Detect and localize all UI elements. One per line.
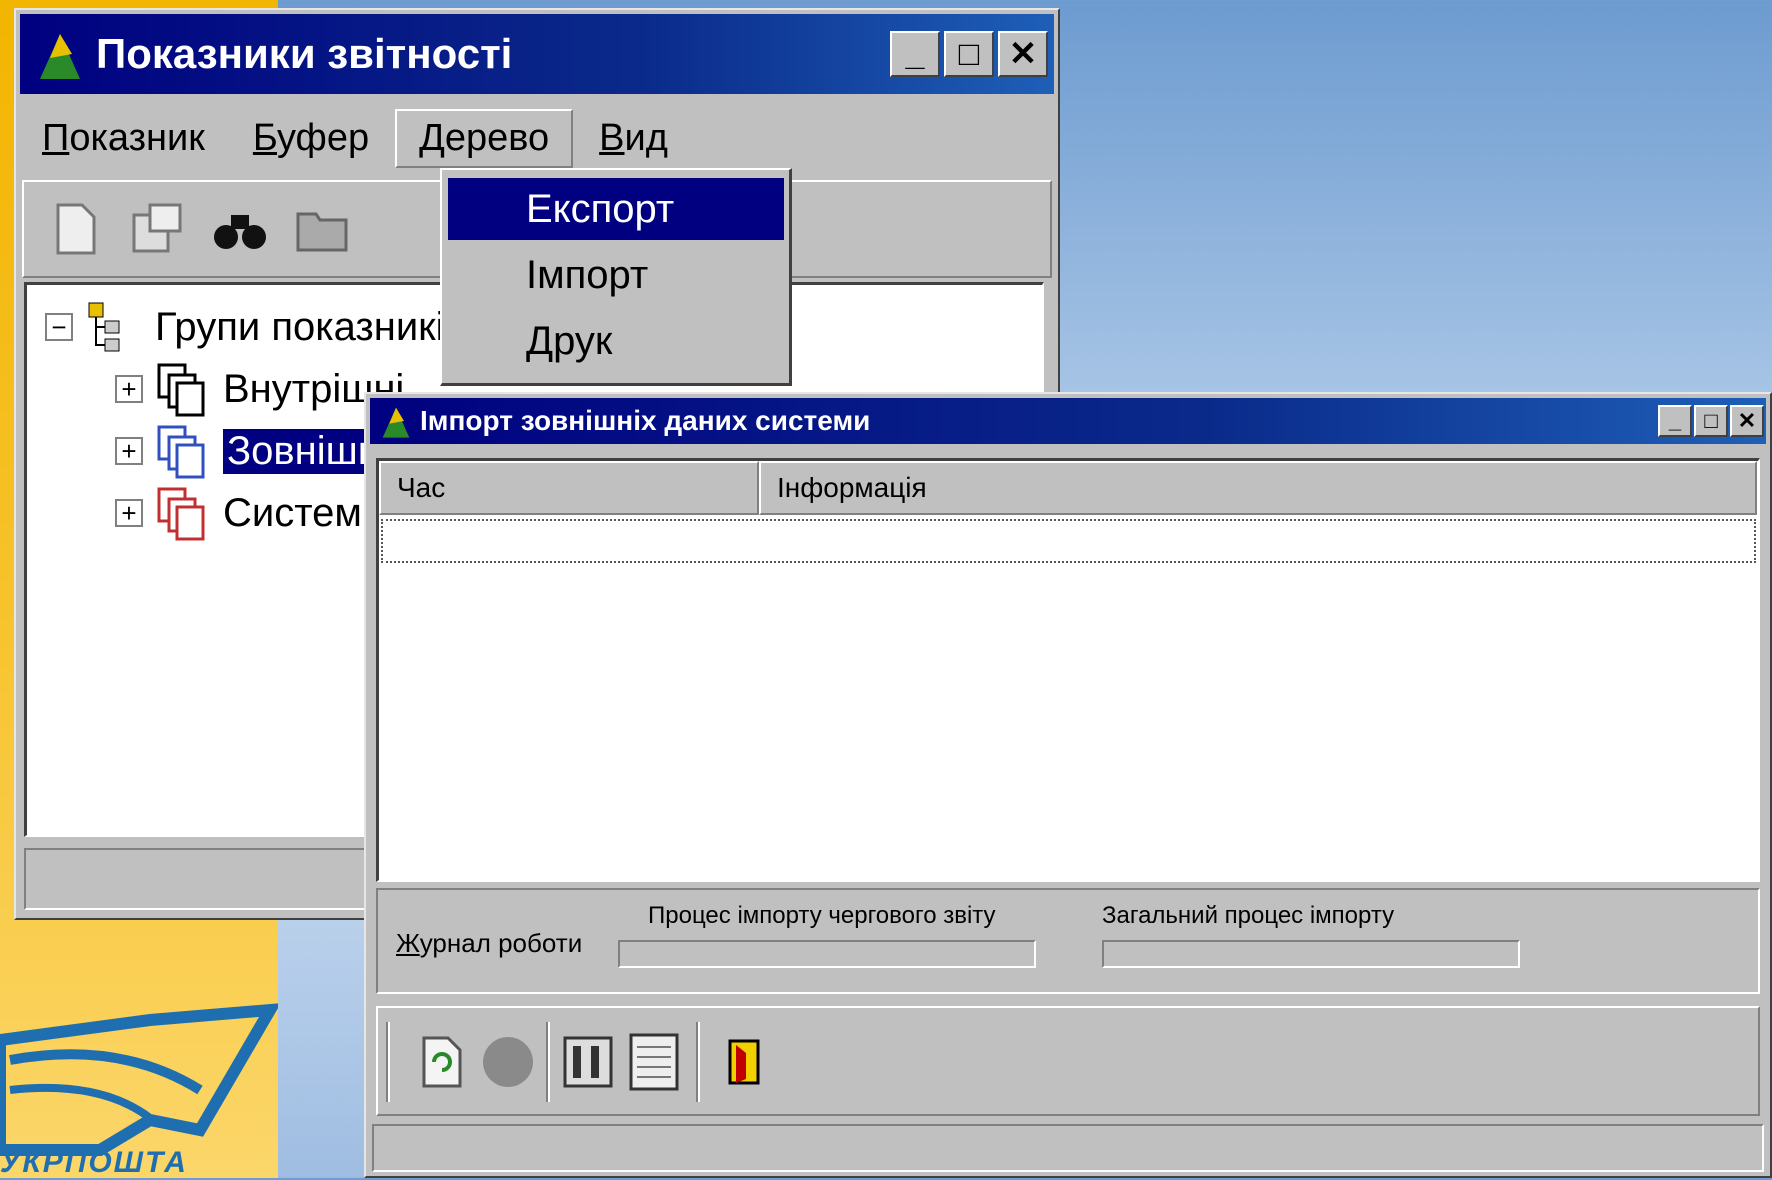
column-time-label: Час <box>397 472 446 503</box>
tree-item-system[interactable]: + Системні <box>115 485 393 541</box>
progress-current-label: Процес імпорту чергового звіту <box>648 902 996 929</box>
log-label[interactable]: Журнал роботи <box>396 928 582 959</box>
main-window-title: Показники звітності <box>96 30 513 77</box>
logo-text: УКРПОШТА <box>0 1146 188 1179</box>
import-window-title: Імпорт зовнішніх даних системи <box>420 405 871 436</box>
close-icon: ✕ <box>1737 408 1757 433</box>
main-title-bar[interactable]: Показники звітності _ □ ✕ <box>20 14 1054 94</box>
menu-item-print[interactable]: Друк <box>448 310 784 372</box>
app-icon <box>382 407 410 438</box>
tree-item-internal[interactable]: + Внутрішні <box>115 361 404 417</box>
documents-icon <box>157 487 205 541</box>
menu-pokaznyk-label: оказник <box>69 116 205 159</box>
menu-bar: Показник Буфер Дерево Вид <box>20 98 1054 178</box>
binoculars-icon[interactable] <box>208 197 272 261</box>
menu-item-import[interactable]: Імпорт <box>448 244 784 306</box>
progress-total-label: Загальний процес імпорту <box>1102 902 1395 929</box>
menu-vyd-key: В <box>599 116 625 159</box>
stop-icon[interactable] <box>480 1030 536 1094</box>
settings-icon[interactable] <box>560 1030 616 1094</box>
menu-item-export[interactable]: Експорт <box>448 178 784 240</box>
import-status-bar <box>372 1124 1764 1172</box>
menu-vyd-label: ид <box>624 116 668 159</box>
minimize-icon: _ <box>1668 408 1682 433</box>
close-button[interactable]: ✕ <box>998 31 1048 77</box>
column-info[interactable]: Інформація <box>759 461 1757 515</box>
list-focus-row[interactable] <box>381 519 1756 563</box>
import-title-bar[interactable]: Імпорт зовнішніх даних системи _ □ ✕ <box>370 398 1766 444</box>
import-log-list[interactable]: Час Інформація <box>376 458 1760 882</box>
collapse-icon[interactable]: − <box>45 313 73 341</box>
folder-icon[interactable] <box>290 197 354 261</box>
column-time[interactable]: Час <box>379 461 759 515</box>
menu-bufer-key: Б <box>252 116 277 159</box>
tree-root[interactable]: − Групи показників <box>45 299 466 355</box>
tree-groups-icon <box>88 302 120 352</box>
menu-derevo-key: Д <box>419 116 445 159</box>
expand-icon[interactable]: + <box>115 437 143 465</box>
maximize-icon: □ <box>1704 408 1718 433</box>
app-icon <box>40 34 80 79</box>
expand-icon[interactable]: + <box>115 499 143 527</box>
close-button[interactable]: ✕ <box>1730 405 1764 437</box>
new-document-icon[interactable] <box>44 197 108 261</box>
tree-item-external[interactable]: + Зовнішні <box>115 423 393 479</box>
expand-icon[interactable]: + <box>115 375 143 403</box>
tree-menu-dropdown: Експорт Імпорт Друк <box>440 168 792 386</box>
menu-item-export-label: Експорт <box>526 186 675 231</box>
documents-icon <box>157 363 205 417</box>
maximize-icon: □ <box>958 34 980 73</box>
progress-total-bar <box>1102 940 1520 968</box>
properties-icon[interactable] <box>126 197 190 261</box>
documents-icon <box>157 425 205 479</box>
log-label-key: Ж <box>396 928 420 958</box>
tree-root-label: Групи показників <box>155 304 466 349</box>
menu-derevo-label: ерево <box>444 116 550 159</box>
toolbar-separator <box>546 1022 550 1102</box>
log-label-text: урнал роботи <box>419 928 583 958</box>
maximize-button[interactable]: □ <box>944 31 994 77</box>
refresh-icon[interactable] <box>414 1030 470 1094</box>
menu-vyd[interactable]: Вид <box>577 111 690 166</box>
exit-icon[interactable] <box>716 1030 772 1094</box>
menu-item-print-label: Друк <box>526 318 613 363</box>
maximize-button[interactable]: □ <box>1694 405 1728 437</box>
minimize-button[interactable]: _ <box>1658 405 1692 437</box>
menu-derevo[interactable]: Дерево <box>395 108 574 168</box>
toolbar-separator <box>696 1022 700 1102</box>
column-info-label: Інформація <box>777 472 927 503</box>
menu-pokaznyk[interactable]: Показник <box>20 111 227 166</box>
menu-bufer[interactable]: Буфер <box>231 111 391 166</box>
progress-panel: Журнал роботи Процес імпорту чергового з… <box>376 888 1760 994</box>
menu-bufer-label: уфер <box>276 116 370 159</box>
menu-pokaznyk-key: П <box>42 116 70 159</box>
import-toolbar <box>376 1006 1760 1116</box>
toolbar-separator <box>386 1022 390 1102</box>
close-icon: ✕ <box>1008 35 1038 73</box>
import-window: Імпорт зовнішніх даних системи _ □ ✕ Час… <box>364 392 1772 1178</box>
log-icon[interactable] <box>626 1030 682 1094</box>
minimize-icon: _ <box>905 34 925 73</box>
menu-item-import-label: Імпорт <box>526 252 649 297</box>
progress-current-bar <box>618 940 1036 968</box>
minimize-button[interactable]: _ <box>890 31 940 77</box>
